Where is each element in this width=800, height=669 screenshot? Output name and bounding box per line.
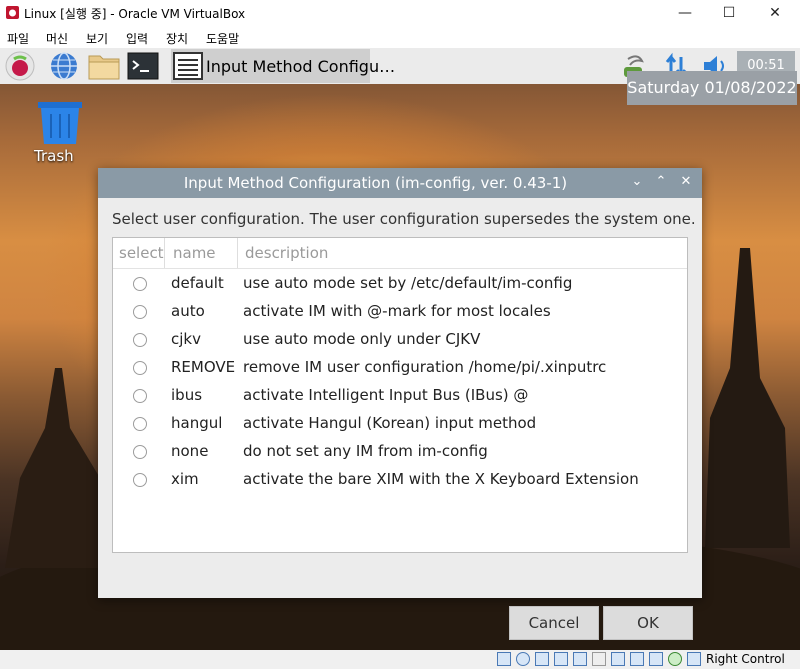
background-pagoda (705, 248, 790, 548)
trash-label: Trash (34, 147, 74, 165)
dialog-title-bar[interactable]: Input Method Configuration (im-config, v… (98, 168, 702, 198)
table-row[interactable]: hangul activate Hangul (Korean) input me… (113, 410, 687, 438)
minimize-button[interactable]: — (662, 0, 708, 26)
cancel-button[interactable]: Cancel (509, 606, 599, 640)
raspberry-menu-icon[interactable] (5, 51, 35, 81)
table-row[interactable]: cjkv use auto mode only under CJKV (113, 326, 687, 354)
terminal-icon[interactable] (127, 51, 159, 81)
hard-disk-icon[interactable] (497, 652, 511, 666)
header-divider (113, 268, 687, 269)
close-button[interactable]: ✕ (752, 0, 798, 26)
host-key-label: Right Control (706, 652, 785, 666)
row-name: none (171, 442, 209, 460)
menu-input[interactable]: 입력 (126, 30, 148, 47)
radio-button[interactable] (133, 389, 147, 403)
file-manager-icon[interactable] (87, 51, 121, 81)
table-row[interactable]: none do not set any IM from im-config (113, 438, 687, 466)
table-row[interactable]: default use auto mode set by /etc/defaul… (113, 270, 687, 298)
menu-devices[interactable]: 장치 (166, 30, 188, 47)
radio-button[interactable] (133, 473, 147, 487)
taskbar-window-label: Input Method Configu… (206, 57, 396, 76)
im-config-dialog: Input Method Configuration (im-config, v… (98, 168, 702, 640)
audio-icon[interactable] (535, 652, 549, 666)
recording-icon[interactable] (630, 652, 644, 666)
dialog-close-button[interactable]: ✕ (677, 173, 695, 191)
host-menu-bar: 파일 머신 보기 입력 장치 도움말 (0, 26, 800, 48)
app-window-icon (173, 52, 203, 80)
menu-file[interactable]: 파일 (7, 30, 29, 47)
guest-additions-icon[interactable] (668, 652, 682, 666)
row-description: activate Intelligent Input Bus (IBus) @ (243, 386, 529, 404)
row-description: do not set any IM from im-config (243, 442, 488, 460)
row-name: xim (171, 470, 199, 488)
column-header-select[interactable]: select (113, 238, 165, 268)
config-list: select name description default use auto… (112, 237, 688, 553)
guest-screen: Input Method Configu… 00:51 Saturday 01/… (0, 48, 800, 650)
radio-button[interactable] (133, 417, 147, 431)
virtualbox-app-icon (6, 6, 19, 19)
row-name: default (171, 274, 224, 292)
row-name: hangul (171, 414, 223, 432)
row-name: ibus (171, 386, 203, 404)
taskbar-window-button[interactable]: Input Method Configu… (171, 49, 395, 83)
column-header-description[interactable]: description (239, 238, 686, 268)
radio-button[interactable] (133, 333, 147, 347)
trash-icon[interactable] (37, 100, 83, 146)
radio-button[interactable] (133, 277, 147, 291)
host-status-bar: Right Control (0, 650, 800, 669)
dialog-prompt: Select user configuration. The user conf… (112, 210, 696, 228)
date-tooltip: Saturday 01/08/2022 (627, 71, 797, 105)
optical-drive-icon[interactable] (516, 652, 530, 666)
row-name: REMOVE (171, 358, 236, 376)
display-icon[interactable] (611, 652, 625, 666)
radio-button[interactable] (133, 445, 147, 459)
host-window-title: Linux [실행 중] - Oracle VM VirtualBox (24, 7, 246, 21)
menu-help[interactable]: 도움말 (206, 30, 239, 47)
usb-icon[interactable] (573, 652, 587, 666)
radio-button[interactable] (133, 361, 147, 375)
mouse-integration-icon[interactable] (687, 652, 701, 666)
row-name: auto (171, 302, 205, 320)
table-row[interactable]: auto activate IM with @-mark for most lo… (113, 298, 687, 326)
maximize-button[interactable]: ☐ (706, 0, 752, 26)
column-header-name[interactable]: name (166, 238, 238, 268)
dialog-maximize-button[interactable]: ⌃ (652, 173, 670, 191)
menu-view[interactable]: 보기 (86, 30, 108, 47)
ok-button[interactable]: OK (603, 606, 693, 640)
cpu-icon[interactable] (649, 652, 663, 666)
row-description: activate IM with @-mark for most locales (243, 302, 551, 320)
row-description: activate the bare XIM with the X Keyboar… (243, 470, 639, 488)
radio-button[interactable] (133, 305, 147, 319)
host-title-bar: Linux [실행 중] - Oracle VM VirtualBox — ☐ … (0, 0, 800, 26)
network-adapter-icon[interactable] (554, 652, 568, 666)
menu-machine[interactable]: 머신 (46, 30, 68, 47)
dialog-title: Input Method Configuration (im-config, v… (183, 174, 568, 192)
row-description: use auto mode set by /etc/default/im-con… (243, 274, 573, 292)
web-browser-icon[interactable] (49, 51, 79, 81)
dialog-minimize-button[interactable]: ⌄ (628, 173, 646, 191)
shared-folders-icon[interactable] (592, 652, 606, 666)
table-row[interactable]: ibus activate Intelligent Input Bus (IBu… (113, 382, 687, 410)
table-row[interactable]: REMOVE remove IM user configuration /hom… (113, 354, 687, 382)
row-description: activate Hangul (Korean) input method (243, 414, 537, 432)
table-row[interactable]: xim activate the bare XIM with the X Key… (113, 466, 687, 494)
row-name: cjkv (171, 330, 201, 348)
row-description: remove IM user configuration /home/pi/.x… (243, 358, 607, 376)
row-description: use auto mode only under CJKV (243, 330, 481, 348)
